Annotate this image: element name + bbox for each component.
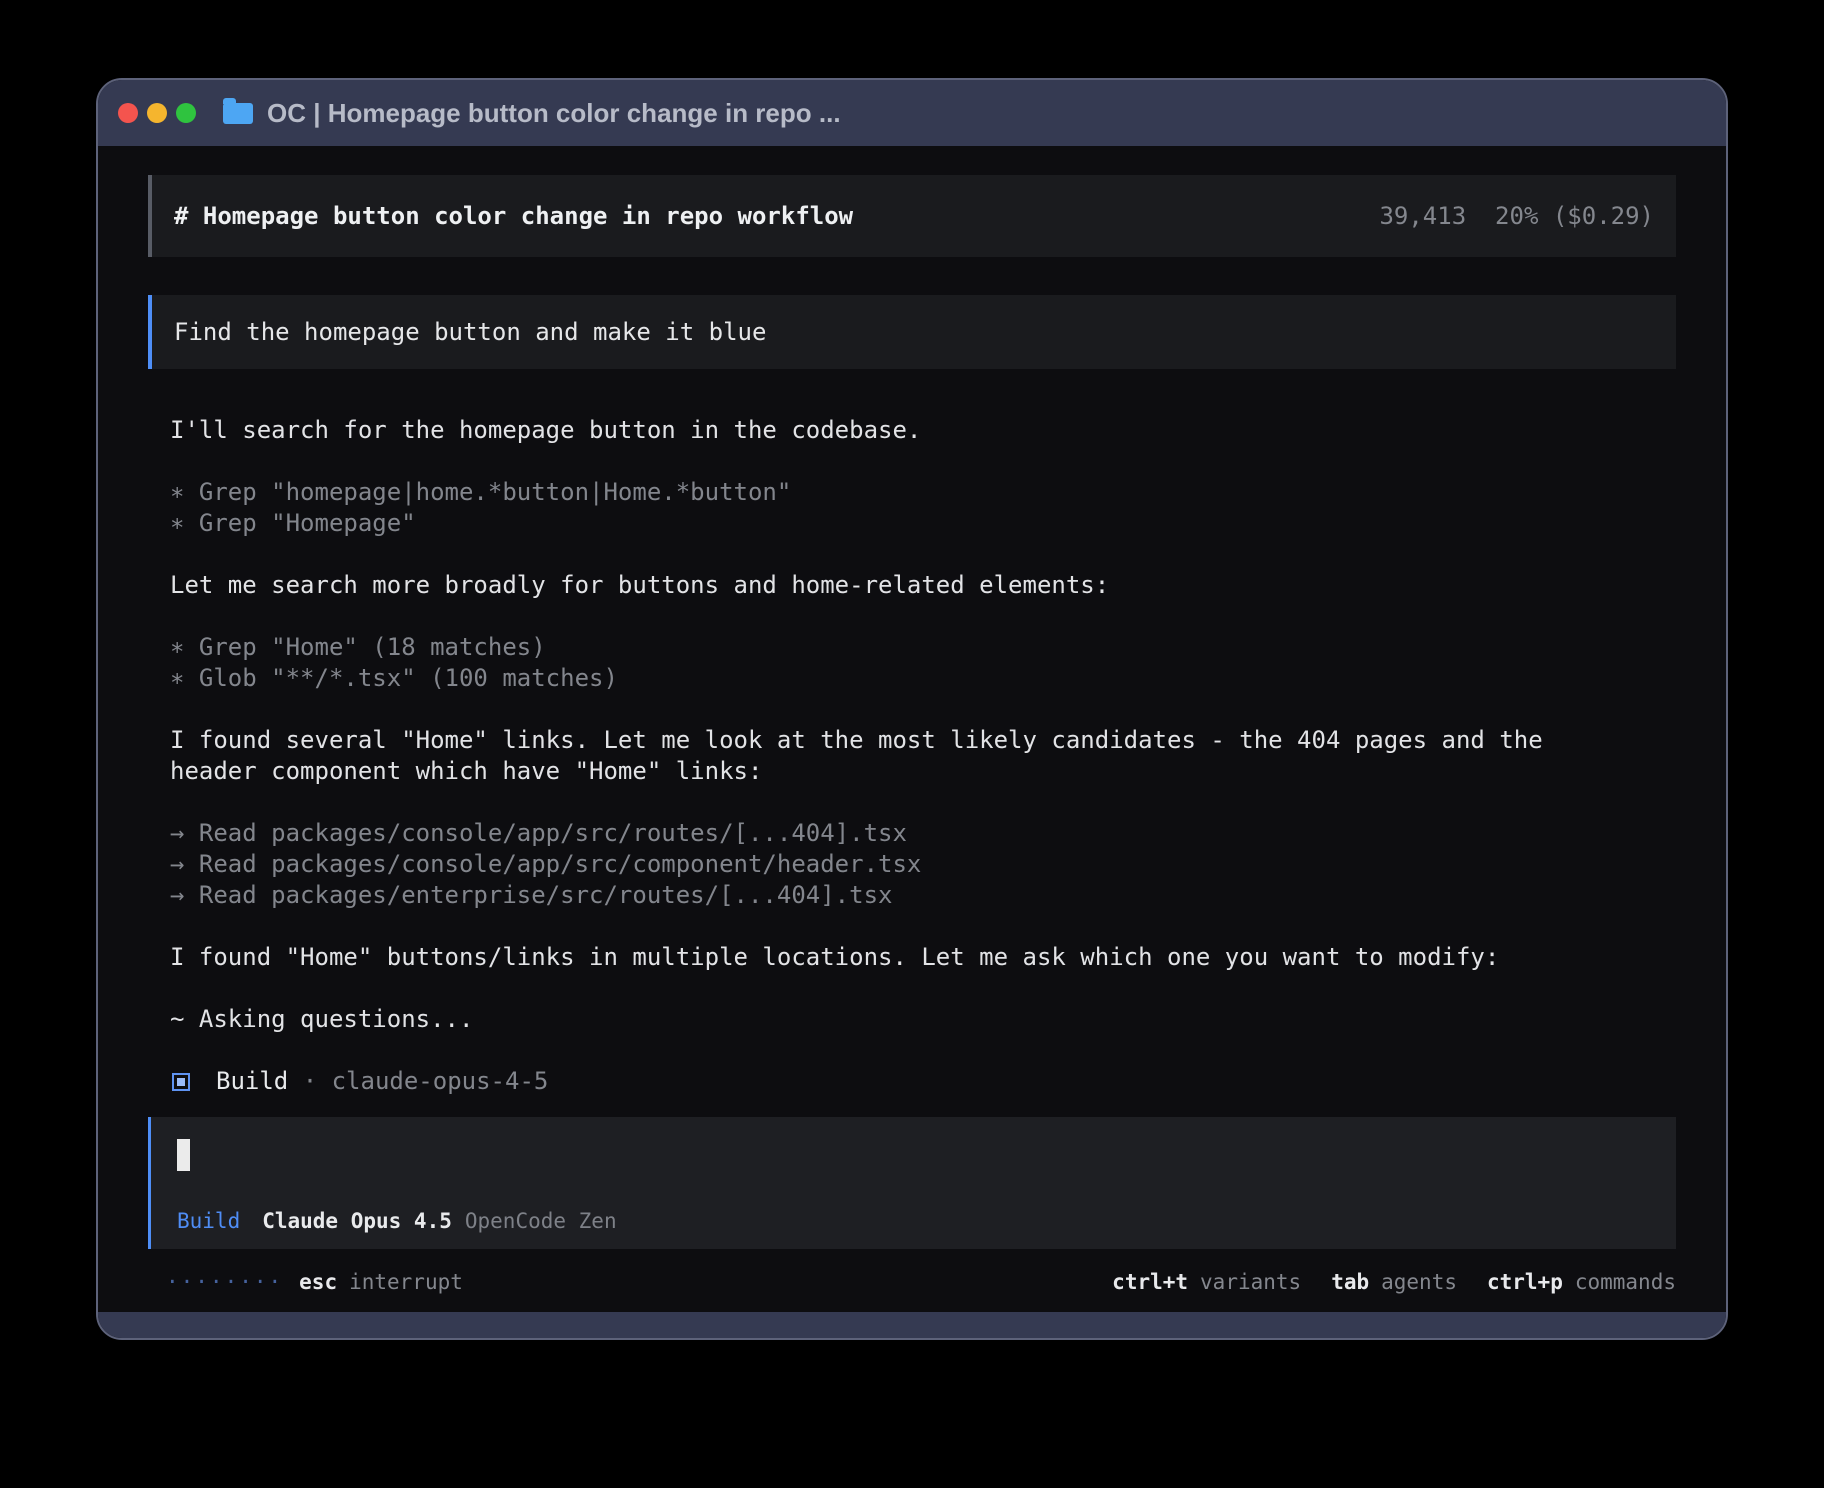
tool-call-glob-line: ∗ Glob "**/*.tsx" (100 matches)	[170, 663, 1676, 694]
close-button[interactable]	[118, 103, 138, 123]
input-mode-label[interactable]: Build	[177, 1209, 240, 1233]
hint-label: agents	[1381, 1267, 1457, 1298]
prompt-input[interactable]: Build Claude Opus 4.5 OpenCode Zen	[148, 1117, 1676, 1249]
hint-agents: tab agents	[1331, 1267, 1457, 1298]
hint-label: commands	[1575, 1267, 1676, 1298]
session-title: # Homepage button color change in repo w…	[174, 202, 853, 230]
hint-commands: ctrl+p commands	[1487, 1267, 1676, 1298]
prompt-status-row: Build Claude Opus 4.5 OpenCode Zen	[177, 1209, 1652, 1233]
window-bottom-bar	[98, 1312, 1726, 1338]
terminal-window: OC | Homepage button color change in rep…	[96, 78, 1728, 1340]
assistant-text-line: I'll search for the homepage button in t…	[170, 415, 1676, 446]
assistant-text-line: I found several "Home" links. Let me loo…	[170, 725, 1676, 756]
tool-call-read-line: → Read packages/console/app/src/routes/[…	[170, 818, 1676, 849]
hint-variants: ctrl+t variants	[1112, 1267, 1301, 1298]
status-bar: ········ esc interrupt ctrl+t variants t…	[148, 1267, 1676, 1298]
interrupt-label: interrupt	[349, 1267, 463, 1298]
agent-status-line: Build · claude-opus-4-5	[170, 1066, 1676, 1097]
input-provider-label: OpenCode Zen	[465, 1209, 617, 1233]
assistant-text-line: Let me search more broadly for buttons a…	[170, 570, 1676, 601]
minimize-button[interactable]	[147, 103, 167, 123]
input-model-label[interactable]: Claude Opus 4.5	[262, 1209, 452, 1233]
user-message: Find the homepage button and make it blu…	[148, 295, 1676, 369]
agent-separator: ·	[288, 1066, 331, 1097]
esc-key-hint: esc	[299, 1267, 337, 1298]
hint-key: ctrl+t	[1112, 1267, 1188, 1298]
spinner-dots: ········	[166, 1267, 283, 1298]
user-message-text: Find the homepage button and make it blu…	[174, 318, 766, 346]
terminal-content: # Homepage button color change in repo w…	[98, 146, 1726, 1298]
tool-call-read-line: → Read packages/enterprise/src/routes/[.…	[170, 880, 1676, 911]
build-agent-icon	[172, 1073, 190, 1091]
folder-icon	[223, 103, 253, 124]
transcript: I'll search for the homepage button in t…	[148, 415, 1676, 1097]
text-cursor	[177, 1139, 190, 1171]
window-title: OC | Homepage button color change in rep…	[267, 98, 841, 129]
tool-call-grep-line: ∗ Grep "Homepage"	[170, 508, 1676, 539]
session-header: # Homepage button color change in repo w…	[148, 175, 1676, 257]
hint-label: variants	[1200, 1267, 1301, 1298]
agent-name: Build	[216, 1066, 288, 1097]
session-stats: 39,413 20% ($0.29)	[1379, 202, 1654, 230]
assistant-text-line: I found "Home" buttons/links in multiple…	[170, 942, 1676, 973]
zoom-button[interactable]	[176, 103, 196, 123]
hint-key: tab	[1331, 1267, 1369, 1298]
keybind-hints: ctrl+t variants tab agents ctrl+p comman…	[1082, 1267, 1676, 1298]
assistant-text-line: header component which have "Home" links…	[170, 756, 1676, 787]
agent-model: claude-opus-4-5	[332, 1066, 549, 1097]
title-bar: OC | Homepage button color change in rep…	[98, 80, 1726, 146]
tool-call-read-line: → Read packages/console/app/src/componen…	[170, 849, 1676, 880]
hint-key: ctrl+p	[1487, 1267, 1563, 1298]
asking-questions-line: ~ Asking questions...	[170, 1004, 1676, 1035]
tool-call-grep-line: ∗ Grep "homepage|home.*button|Home.*butt…	[170, 477, 1676, 508]
tool-call-grep-line: ∗ Grep "Home" (18 matches)	[170, 632, 1676, 663]
